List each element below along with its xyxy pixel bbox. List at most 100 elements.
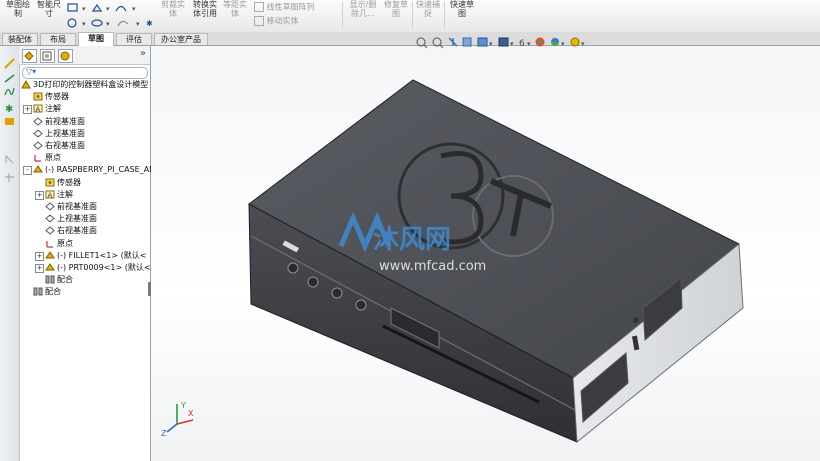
filter-icon: ▽▾ (26, 67, 37, 76)
tool-rapid-sketch-label: 快速草 图 (450, 0, 474, 18)
tab-sketch[interactable]: 草图 (78, 32, 114, 46)
pattern-icon[interactable] (4, 172, 15, 183)
tree-item[interactable]: 配合 (45, 274, 73, 286)
ribbon-separator (342, 2, 343, 28)
tool-linear-pattern-label: 线性草图阵列 (266, 2, 315, 12)
watermark-url: www.mfcad.com (379, 259, 486, 274)
sensor-icon (45, 178, 55, 187)
command-manager-tabs: 装配体 布局 草图 评估 办公室产品 (0, 32, 820, 46)
tree-item[interactable]: 传感器 (33, 91, 69, 103)
svg-text:▾: ▾ (106, 5, 110, 13)
plane-icon (45, 202, 55, 211)
tree-item-label: 上视基准面 (45, 128, 85, 138)
tree-item[interactable]: 原点 (33, 152, 61, 164)
linear-pattern-icon (254, 2, 264, 12)
tree-item-label: 右视基准面 (57, 226, 97, 236)
tab-office-products[interactable]: 办公室产品 (154, 33, 208, 45)
tree-item[interactable]: 传感器 (45, 177, 81, 189)
tree-item-label: 配合 (57, 275, 73, 285)
svg-text:▾: ▾ (132, 5, 136, 13)
svg-text:▾: ▾ (82, 5, 86, 13)
tab-evaluate[interactable]: 评估 (116, 33, 152, 45)
tree-item-label: 原点 (45, 153, 61, 163)
tree-item-label: (-) FILLET1<1> (默认< (57, 250, 147, 260)
tool-sketch[interactable]: 草图绘 制 (3, 0, 33, 18)
graphics-viewport[interactable]: ▾ ▾ 6 ▾ ▾ ▾ 沐风网 www.mfcad.com Y X Z (151, 37, 820, 461)
tree-item-label: 上视基准面 (57, 214, 97, 224)
tool-quick-snaps[interactable]: 快速捕 捉 (414, 0, 442, 18)
tree-item-label: 注解 (57, 189, 73, 199)
spline-icon[interactable] (4, 86, 15, 97)
previous-view-icon (448, 37, 458, 47)
ribbon-separator (412, 2, 413, 28)
annotation-icon: A (33, 104, 43, 114)
mirror-icon[interactable] (4, 154, 15, 165)
collapse-panel-icon[interactable]: » (140, 48, 146, 59)
svg-text:A: A (36, 106, 41, 114)
tree-item[interactable]: - (-) RASPBERRY_PI_CASE_AN (23, 164, 155, 176)
tree-item[interactable]: 上视基准面 (45, 213, 97, 225)
part-icon (45, 263, 55, 272)
tool-trim-entities[interactable]: 剪裁实 体 (160, 0, 186, 18)
svg-text:✱: ✱ (146, 19, 153, 28)
plane-icon (45, 214, 55, 223)
tree-item[interactable]: 右视基准面 (45, 225, 97, 237)
tree-item-label: (-) PRT0009<1> (默认< (57, 263, 151, 272)
tree-item[interactable]: 前视基准面 (33, 116, 85, 128)
feature-tree: 3D打印的控制器塑料盒设计模型 传感器 + A 注解 前视基准面 上视基准面 右视基准面 原点 -… (19, 79, 155, 341)
tool-repair-sketch[interactable]: 修复草 图 (382, 0, 410, 18)
tree-filter-input[interactable]: ▽▾ (22, 67, 148, 79)
axis-z-label: Z (161, 429, 167, 436)
sketch-entity-icons[interactable]: ✱ ▾ ▾ ▾ ▾ ▾ ▾ (66, 2, 158, 30)
relations-icon[interactable] (4, 116, 15, 127)
tab-layout-label: 布局 (50, 35, 66, 44)
tree-item-label: 传感器 (57, 177, 81, 187)
section-view-icon (462, 37, 472, 47)
tool-repair-sketch-label: 修复草 图 (384, 0, 408, 18)
tree-item[interactable]: 3D打印的控制器塑料盒设计模型 (21, 79, 148, 91)
tab-assembly[interactable]: 装配体 (2, 33, 38, 45)
tool-rapid-sketch[interactable]: 快速草 图 (446, 0, 478, 18)
tree-item-label: 传感器 (45, 92, 69, 102)
tree-expander-icon[interactable]: + (35, 190, 44, 200)
tool-smart-dimension[interactable]: 智能尺 寸 (34, 0, 64, 18)
tree-item-label: 配合 (45, 287, 61, 297)
annotation-icon: A (45, 190, 55, 199)
tree-expander-icon[interactable]: - (23, 166, 32, 176)
configuration-manager-tab[interactable] (58, 49, 73, 63)
tree-item[interactable]: 配合 (33, 286, 61, 298)
property-manager-tab[interactable] (40, 49, 55, 63)
svg-text:▾: ▾ (82, 20, 86, 28)
tree-expander-icon[interactable]: + (23, 105, 32, 115)
tree-item[interactable]: + A 注解 (35, 189, 73, 201)
sketch-command-strip: ✱ (0, 46, 20, 461)
point-icon[interactable]: ✱ (4, 102, 15, 115)
tool-move-entities-label: 移动实体 (266, 16, 299, 26)
raspberry-pi-case-model[interactable]: 沐风网 www.mfcad.com (151, 46, 820, 461)
origin-icon (33, 153, 43, 162)
svg-text:A: A (48, 191, 53, 199)
tree-item[interactable]: + (-) FILLET1<1> (默认< (35, 250, 147, 262)
feature-manager-tab[interactable] (22, 49, 37, 63)
tree-item[interactable]: 上视基准面 (33, 128, 85, 140)
tree-item[interactable]: + (-) PRT0009<1> (默认< (35, 262, 151, 274)
tree-item[interactable]: 原点 (45, 238, 73, 250)
tree-item[interactable]: 右视基准面 (33, 140, 85, 152)
tree-expander-icon[interactable]: + (35, 264, 44, 273)
tool-convert-entities[interactable]: 转换实 体引用 (190, 0, 220, 18)
smart-dimension-icon[interactable] (4, 58, 15, 69)
tree-item-label: 前视基准面 (45, 116, 85, 126)
line-icon[interactable] (4, 72, 15, 83)
tree-item[interactable]: 前视基准面 (45, 201, 97, 213)
assembly-icon (21, 79, 31, 89)
tree-item[interactable]: + A 注解 (23, 103, 61, 115)
tool-convert-entities-label: 转换实 体引用 (193, 0, 217, 18)
tool-offset-entities-label: 等距实 体 (223, 0, 247, 18)
tool-display-delete-relations[interactable]: 显示/删 除几... (346, 0, 380, 18)
tool-offset-entities[interactable]: 等距实 体 (222, 0, 248, 18)
tab-layout[interactable]: 布局 (40, 33, 76, 45)
tree-item-label: 注解 (45, 104, 61, 114)
tool-linear-pattern[interactable]: 线性草图阵列 (254, 2, 340, 12)
tree-expander-icon[interactable]: + (35, 251, 44, 261)
tool-move-entities[interactable]: 移动实体 (254, 16, 340, 26)
